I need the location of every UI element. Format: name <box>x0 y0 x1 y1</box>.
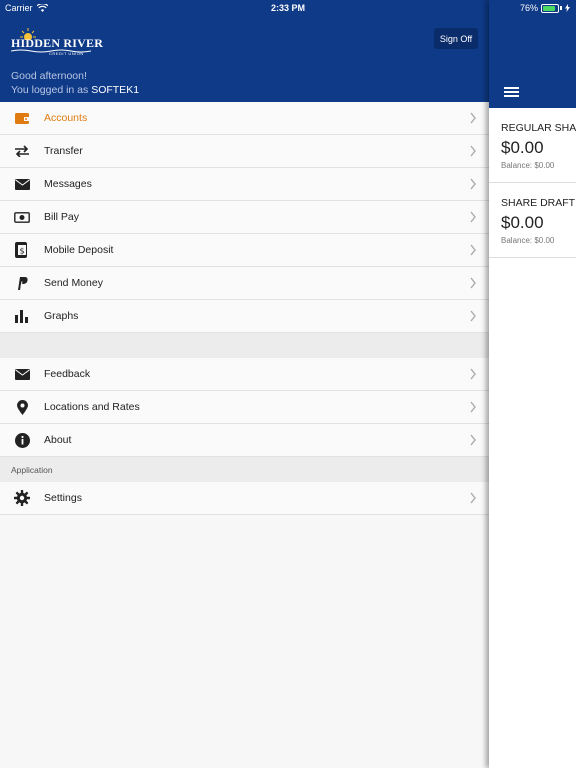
status-bar: Carrier 2:33 PM 76% <box>0 0 576 16</box>
accounts-header <box>489 0 576 108</box>
account-balance: Balance: $0.00 <box>501 161 555 170</box>
menu-item-transfer[interactable]: Transfer <box>0 135 489 168</box>
account-name: REGULAR SHARE <box>501 122 576 134</box>
battery-status: 76% <box>520 3 570 13</box>
money-bill-icon <box>14 209 30 225</box>
chevron-right-icon <box>470 178 476 190</box>
wallet-icon <box>14 110 30 126</box>
bar-chart-icon <box>14 308 30 324</box>
menu-item-label: Bill Pay <box>44 211 80 223</box>
application-section-header: Application <box>0 457 489 482</box>
menu-item-settings[interactable]: Settings <box>0 482 489 515</box>
chevron-right-icon <box>470 492 476 504</box>
account-amount: $0.00 <box>501 213 544 232</box>
status-time: 2:33 PM <box>270 3 305 13</box>
menu-item-label: Settings <box>44 492 82 504</box>
charging-bolt-icon <box>565 4 570 12</box>
battery-percent: 76% <box>519 3 538 13</box>
section-divider <box>0 333 489 358</box>
chevron-right-icon <box>470 401 476 413</box>
menu-item-label: About <box>44 434 72 446</box>
paypal-icon <box>14 275 30 291</box>
logged-in-text: You logged in as SOFTEK1 <box>11 84 139 96</box>
account-card[interactable]: REGULAR SHARE $0.00 Balance: $0.00 <box>489 108 576 183</box>
account-card[interactable]: SHARE DRAFT $0.00 Balance: $0.00 <box>489 183 576 258</box>
chevron-right-icon <box>470 211 476 223</box>
sign-off-button[interactable]: Sign Off <box>434 28 478 49</box>
account-amount: $0.00 <box>501 138 544 157</box>
section-header-label: Application <box>11 465 53 475</box>
chevron-right-icon <box>470 310 476 322</box>
menu-item-label: Graphs <box>44 310 79 322</box>
hamburger-menu-icon[interactable] <box>504 87 519 97</box>
menu-item-about[interactable]: About <box>0 424 489 457</box>
chevron-right-icon <box>470 368 476 380</box>
hidden-river-logo: HIDDEN RIVER CREDIT UNION <box>11 28 103 58</box>
chevron-right-icon <box>470 145 476 157</box>
menu-item-label: Messages <box>44 178 92 190</box>
accounts-panel: REGULAR SHARE $0.00 Balance: $0.00 SHARE… <box>489 0 576 768</box>
menu-item-bill-pay[interactable]: Bill Pay <box>0 201 489 234</box>
chevron-right-icon <box>470 434 476 446</box>
menu-item-locations-and-rates[interactable]: Locations and Rates <box>0 391 489 424</box>
side-menu: HIDDEN RIVER CREDIT UNION Sign Off Good … <box>0 0 489 768</box>
transfer-arrows-icon <box>14 143 30 159</box>
username: SOFTEK1 <box>91 84 140 96</box>
menu-item-mobile-deposit[interactable]: $ Mobile Deposit <box>0 234 489 267</box>
chevron-right-icon <box>470 244 476 256</box>
menu-item-send-money[interactable]: Send Money <box>0 267 489 300</box>
map-pin-icon <box>14 399 30 415</box>
envelope-icon <box>14 366 30 382</box>
menu-item-messages[interactable]: Messages <box>0 168 489 201</box>
chevron-right-icon <box>470 277 476 289</box>
main-menu-list: Accounts Transfer Messages Bill Pay $ Mo… <box>0 102 489 515</box>
envelope-icon <box>14 176 30 192</box>
river-wave-icon <box>11 49 91 53</box>
menu-item-label: Transfer <box>44 145 83 157</box>
mobile-check-icon: $ <box>14 242 30 258</box>
menu-item-label: Mobile Deposit <box>44 244 114 256</box>
logged-in-prefix: You logged in as <box>11 84 92 96</box>
gear-icon <box>14 490 30 506</box>
info-icon <box>14 432 30 448</box>
account-balance: Balance: $0.00 <box>501 236 555 245</box>
menu-item-accounts[interactable]: Accounts <box>0 102 489 135</box>
account-name: SHARE DRAFT <box>501 197 576 209</box>
menu-item-label: Send Money <box>44 277 103 289</box>
menu-item-feedback[interactable]: Feedback <box>0 358 489 391</box>
menu-item-label: Locations and Rates <box>44 401 140 413</box>
menu-item-label: Feedback <box>44 368 91 380</box>
menu-item-label: Accounts <box>44 112 88 124</box>
menu-item-graphs[interactable]: Graphs <box>0 300 489 333</box>
battery-icon <box>541 3 559 13</box>
greeting-text: Good afternoon! <box>11 70 87 82</box>
chevron-right-icon <box>470 112 476 124</box>
svg-text:$: $ <box>19 247 24 256</box>
